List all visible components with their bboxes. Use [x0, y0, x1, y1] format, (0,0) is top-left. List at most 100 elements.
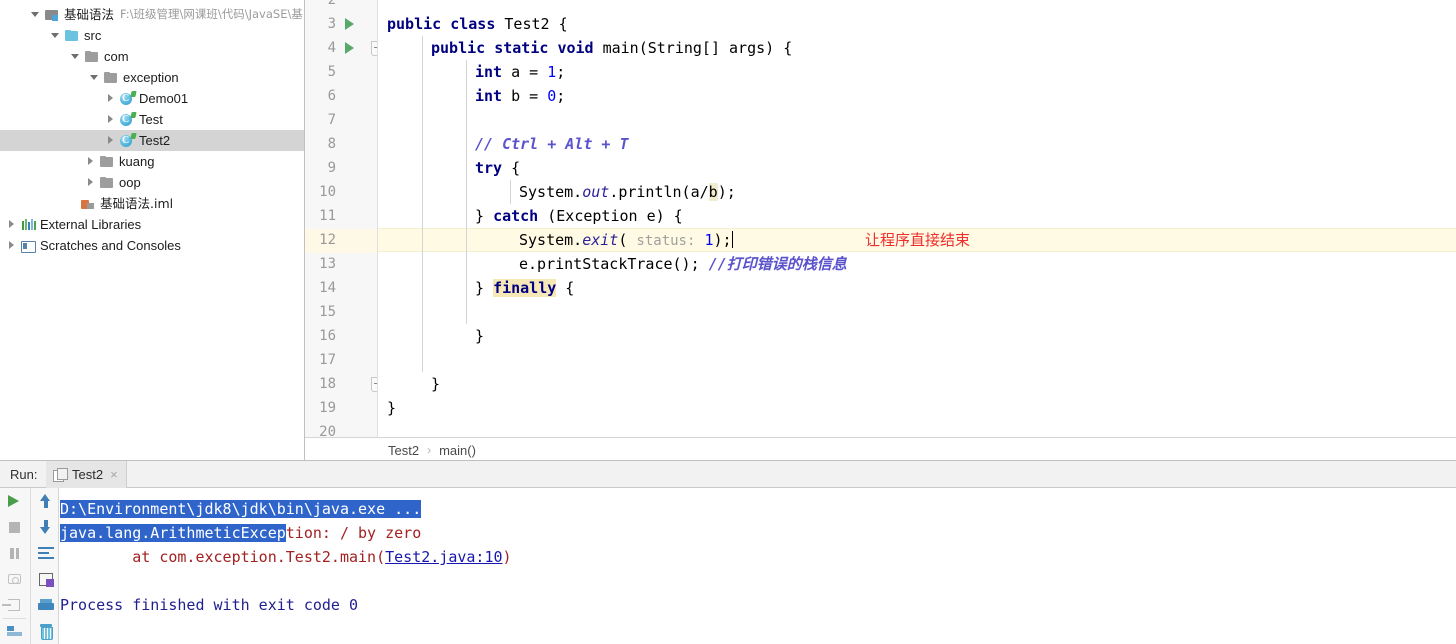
breadcrumb-method[interactable]: main() — [439, 443, 476, 458]
keyword-static: static — [494, 39, 549, 57]
chevron-right-icon[interactable] — [6, 219, 17, 230]
rerun-button[interactable] — [0, 488, 29, 514]
export-button[interactable] — [31, 566, 60, 592]
console-toolbar-left-column[interactable] — [0, 488, 29, 644]
run-class-gutter-icon[interactable] — [345, 18, 354, 30]
class-runnable-flag-icon — [130, 111, 137, 118]
code-line-9[interactable]: try { — [475, 156, 520, 180]
chevron-down-icon[interactable] — [50, 30, 61, 41]
code-line-3[interactable]: public class Test2 { — [387, 12, 568, 36]
editor-gutter[interactable]: 2 3 4 5 6 7 8 9 10 11 12 13 14 15 16 17 18 19 20 — [305, 0, 384, 437]
text-caret — [731, 231, 733, 248]
tree-item-[interactable]: 基础语法 F:\班级管理\网课班\代码\JavaSE\基 — [0, 4, 304, 25]
tree-item-label: oop — [119, 175, 141, 190]
chevron-down-icon[interactable] — [89, 72, 100, 83]
stacktrace-suffix: ) — [502, 548, 512, 566]
tree-item-ScratchesandConsoles[interactable]: Scratches and Consoles — [0, 235, 304, 256]
keyword-public: public — [387, 15, 442, 33]
code-line-16[interactable]: } — [475, 324, 484, 348]
code-line-6[interactable]: int b = 0; — [475, 84, 565, 108]
paren-close: ); — [713, 231, 732, 249]
console-toolbar[interactable] — [0, 488, 59, 644]
project-tool-window[interactable]: 基础语法 F:\班级管理\网课班\代码\JavaSE\基 src com excepti… — [0, 0, 305, 462]
var-b-occurrence: b — [708, 183, 718, 201]
code-line-4[interactable]: public static void main(String[] args) { — [431, 36, 792, 60]
chevron-right-icon[interactable] — [85, 177, 96, 188]
run-method-gutter-icon[interactable] — [345, 42, 354, 54]
main-signature: main(String[] args) { — [593, 39, 793, 57]
console-output[interactable]: D:\Environment\jdk8\jdk\bin\java.exe ...… — [60, 488, 1456, 644]
tree-item-Test[interactable]: Test — [0, 109, 304, 130]
tree-item-Demo01[interactable]: Demo01 — [0, 88, 304, 109]
breadcrumb[interactable]: Test2 › main() — [305, 437, 1456, 462]
print-button[interactable] — [31, 592, 60, 618]
chevron-right-icon: › — [427, 443, 432, 457]
run-tab-test2[interactable]: Test2 × — [46, 461, 127, 488]
line-number-7: 7 — [327, 112, 336, 128]
tree-item-ExternalLibraries[interactable]: External Libraries — [0, 214, 304, 235]
line-number-4: 4 — [327, 40, 336, 56]
iml-file-icon — [80, 196, 96, 212]
tree-item-iml[interactable]: 基础语法.iml — [0, 193, 304, 214]
code-line-5[interactable]: int a = 1; — [475, 60, 565, 84]
dump-threads-button[interactable] — [0, 566, 29, 592]
tree-item-label: com — [104, 49, 129, 64]
code-area[interactable]: public class Test2 { public static void … — [378, 0, 1456, 437]
close-icon[interactable]: × — [110, 467, 118, 482]
line-number-10: 10 — [319, 184, 336, 200]
console-line-command[interactable]: D:\Environment\jdk8\jdk\bin\java.exe ... — [60, 497, 1456, 521]
tree-item-Test2[interactable]: Test2 — [0, 130, 304, 151]
scroll-down-button[interactable] — [31, 514, 60, 540]
code-editor[interactable]: 2 3 4 5 6 7 8 9 10 11 12 13 14 15 16 17 18 19 20 public cl… — [305, 0, 1456, 437]
soft-wrap-button[interactable] — [31, 540, 60, 566]
code-line-10[interactable]: System.out.println(a/b); — [519, 180, 736, 204]
exit-icon — [2, 599, 20, 611]
console-toolbar-right-column[interactable] — [30, 488, 59, 644]
tree-item-exception[interactable]: exception — [0, 67, 304, 88]
clear-all-button[interactable] — [31, 618, 60, 644]
code-line-12[interactable]: System.exit( status: 1); — [519, 228, 733, 252]
pause-output-button[interactable] — [0, 540, 29, 566]
brace-open: { — [556, 279, 575, 297]
breadcrumb-class[interactable]: Test2 — [388, 443, 419, 458]
stop-button[interactable] — [0, 514, 29, 540]
chevron-down-icon[interactable] — [30, 9, 41, 20]
code-line-13[interactable]: e.printStackTrace(); //打印错误的栈信息 — [519, 252, 847, 276]
package-folder-icon — [103, 70, 119, 86]
stacktrace-link[interactable]: Test2.java:10 — [385, 548, 502, 566]
project-tree[interactable]: 基础语法 F:\班级管理\网课班\代码\JavaSE\基 src com excepti… — [0, 4, 304, 256]
console-line-stacktrace[interactable]: at com.exception.Test2.main(Test2.java:1… — [60, 545, 1456, 569]
keyword-int: int — [475, 87, 503, 105]
code-line-14[interactable]: } finally { — [475, 276, 574, 300]
code-line-18[interactable]: } — [431, 372, 440, 396]
chevron-right-icon[interactable] — [6, 240, 17, 251]
top-area: 基础语法 F:\班级管理\网课班\代码\JavaSE\基 src com excepti… — [0, 0, 1456, 462]
java-class-icon — [119, 111, 137, 128]
tree-item-src[interactable]: src — [0, 25, 304, 46]
console-line-exception[interactable]: java.lang.ArithmeticException: / by zero — [60, 521, 1456, 545]
comment-stack-info: //打印错误的栈信息 — [708, 255, 847, 273]
layout-settings-button[interactable] — [0, 618, 29, 644]
chevron-right-icon[interactable] — [105, 93, 116, 104]
indent-guide — [466, 60, 467, 324]
chevron-right-icon[interactable] — [85, 156, 96, 167]
line-number-14: 14 — [319, 280, 336, 296]
tree-item-oop[interactable]: oop — [0, 172, 304, 193]
code-line-11[interactable]: } catch (Exception e) { — [475, 204, 683, 228]
tree-item-label: External Libraries — [40, 217, 142, 232]
brace-close: } — [431, 375, 441, 393]
chevron-right-icon[interactable] — [105, 114, 116, 125]
chevron-down-icon[interactable] — [70, 51, 81, 62]
external-libraries-icon — [20, 217, 36, 233]
paren-open: ( — [618, 231, 637, 249]
exit-button[interactable] — [0, 592, 29, 618]
trash-icon — [39, 624, 53, 640]
tree-item-kuang[interactable]: kuang — [0, 151, 304, 172]
tree-item-com[interactable]: com — [0, 46, 304, 67]
code-line-8[interactable]: // Ctrl + Alt + T — [475, 132, 629, 156]
code-line-19[interactable]: } — [387, 396, 396, 420]
run-tab-bar: Run: Test2 × — [0, 461, 1456, 488]
scroll-up-button[interactable] — [31, 488, 60, 514]
console-line-exit[interactable]: Process finished with exit code 0 — [60, 593, 1456, 617]
chevron-right-icon[interactable] — [105, 135, 116, 146]
